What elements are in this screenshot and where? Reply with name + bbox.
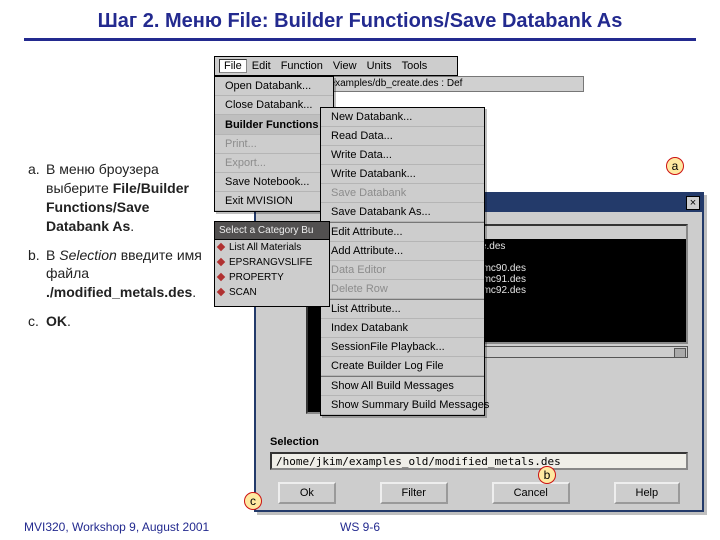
instr-ital: Selection bbox=[59, 247, 117, 263]
menu-item[interactable]: Create Builder Log File bbox=[321, 357, 484, 376]
file-menu: Open Databank... Close Databank... Build… bbox=[214, 76, 334, 212]
instr-post: . bbox=[130, 218, 134, 234]
menu-item[interactable]: New Databank... bbox=[321, 108, 484, 127]
menu-item[interactable]: Print... bbox=[215, 135, 333, 154]
close-icon[interactable]: × bbox=[686, 196, 700, 210]
menu-item-builder[interactable]: Builder Functions ▸ bbox=[215, 115, 333, 135]
instr-letter: c. bbox=[28, 312, 46, 331]
menu-item[interactable]: Show All Build Messages bbox=[321, 376, 484, 396]
menu-item[interactable]: Exit MVISION bbox=[215, 192, 333, 211]
menu-view[interactable]: View bbox=[328, 60, 362, 72]
menu-file[interactable]: File bbox=[219, 59, 247, 73]
menu-item-save-as[interactable]: Save Databank As... bbox=[321, 203, 484, 222]
menu-item[interactable]: Data Editor bbox=[321, 261, 484, 280]
menu-item[interactable]: Export... bbox=[215, 154, 333, 173]
menu-item[interactable]: Edit Attribute... bbox=[321, 222, 484, 242]
ok-button[interactable]: Ok bbox=[278, 482, 336, 504]
instruction-b: b. В Selection введите имя файла ./modif… bbox=[28, 246, 208, 303]
cancel-button[interactable]: Cancel bbox=[492, 482, 570, 504]
title-rule bbox=[24, 38, 696, 41]
menu-item[interactable]: Open Databank... bbox=[215, 77, 333, 96]
category-item[interactable]: SCAN bbox=[215, 285, 329, 300]
instr-letter: a. bbox=[28, 160, 46, 236]
callout-b: b bbox=[538, 466, 556, 484]
selection-label: Selection bbox=[270, 436, 319, 448]
menu-item[interactable]: SessionFile Playback... bbox=[321, 338, 484, 357]
menu-item[interactable]: Close Databank... bbox=[215, 96, 333, 115]
document-path: jkim/examples/db_create.des : Def bbox=[304, 76, 584, 92]
selection-input[interactable]: /home/jkim/examples_old/modified_metals.… bbox=[270, 452, 688, 470]
menu-function[interactable]: Function bbox=[276, 60, 328, 72]
slide-title: Шаг 2. Меню File: Builder Functions/Save… bbox=[0, 10, 720, 33]
help-button[interactable]: Help bbox=[614, 482, 681, 504]
instruction-a: a. В меню броузера выберите File/Builder… bbox=[28, 160, 208, 236]
menu-tools[interactable]: Tools bbox=[397, 60, 433, 72]
instructions: a. В меню броузера выберите File/Builder… bbox=[28, 160, 208, 341]
menu-item[interactable]: Save Notebook... bbox=[215, 173, 333, 192]
callout-c: c bbox=[244, 492, 262, 510]
filter-button[interactable]: Filter bbox=[380, 482, 448, 504]
category-item[interactable]: PROPERTY bbox=[215, 270, 329, 285]
instr-bold: OK bbox=[46, 313, 67, 329]
menu-item[interactable]: Write Data... bbox=[321, 146, 484, 165]
callout-a: a bbox=[666, 157, 684, 175]
dialog-buttons: Ok Filter Cancel Help bbox=[256, 482, 702, 504]
menu-edit[interactable]: Edit bbox=[247, 60, 276, 72]
builder-submenu: New Databank... Read Data... Write Data.… bbox=[320, 107, 485, 416]
instr-post: . bbox=[192, 284, 196, 300]
menu-item[interactable]: Add Attribute... bbox=[321, 242, 484, 261]
menu-item[interactable]: Read Data... bbox=[321, 127, 484, 146]
category-header: Select a Category Bu bbox=[215, 222, 329, 240]
instr-post: . bbox=[67, 313, 71, 329]
menu-item[interactable]: List Attribute... bbox=[321, 299, 484, 319]
app-window: × Files db_create.des ex12.des subset_pm… bbox=[214, 56, 704, 514]
instr-letter: b. bbox=[28, 246, 46, 303]
instruction-c: c. OK. bbox=[28, 312, 208, 331]
footer-left: MVI320, Workshop 9, August 2001 bbox=[24, 520, 209, 534]
instr-bold: ./modified_metals.des bbox=[46, 284, 192, 300]
category-item[interactable]: EPSRANGVSLIFE bbox=[215, 255, 329, 270]
category-panel: Select a Category Bu List All Materials … bbox=[214, 221, 330, 307]
menu-units[interactable]: Units bbox=[362, 60, 397, 72]
footer-page: WS 9-6 bbox=[340, 520, 380, 534]
menubar[interactable]: File Edit Function View Units Tools bbox=[214, 56, 458, 76]
instr-text: В bbox=[46, 247, 59, 263]
category-item[interactable]: List All Materials bbox=[215, 240, 329, 255]
menu-item[interactable]: Write Databank... bbox=[321, 165, 484, 184]
menu-item[interactable]: Save Databank bbox=[321, 184, 484, 203]
menu-item[interactable]: Show Summary Build Messages bbox=[321, 396, 484, 415]
menu-item[interactable]: Delete Row bbox=[321, 280, 484, 299]
menu-item[interactable]: Index Databank bbox=[321, 319, 484, 338]
